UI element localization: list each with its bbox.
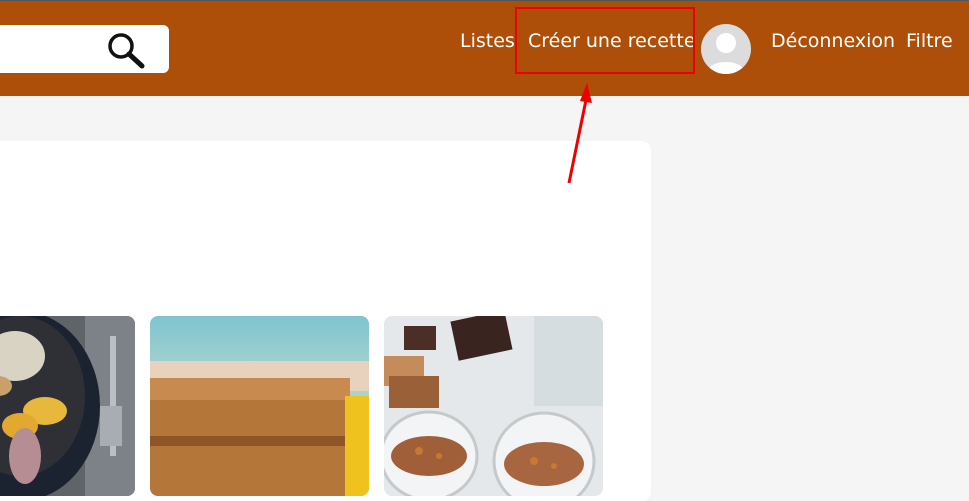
- recipe-thumbnail-cake[interactable]: [150, 316, 369, 496]
- nav-lists-link[interactable]: Listes: [460, 29, 515, 53]
- recipe-thumbnail-mousse[interactable]: [384, 316, 603, 496]
- search-bar[interactable]: [0, 25, 169, 73]
- nav-logout-link[interactable]: Déconnexion: [771, 29, 895, 53]
- search-icon[interactable]: [106, 31, 146, 71]
- search-input[interactable]: [2, 33, 106, 67]
- recipe-thumbnail-stew[interactable]: [0, 316, 135, 496]
- user-icon: [706, 33, 746, 74]
- highlight-box: [515, 7, 695, 74]
- nav-filter-link[interactable]: Filtre: [906, 29, 953, 53]
- avatar[interactable]: [701, 24, 751, 74]
- top-navbar: Listes Créer une recette Déconnexion Fil…: [0, 1, 969, 96]
